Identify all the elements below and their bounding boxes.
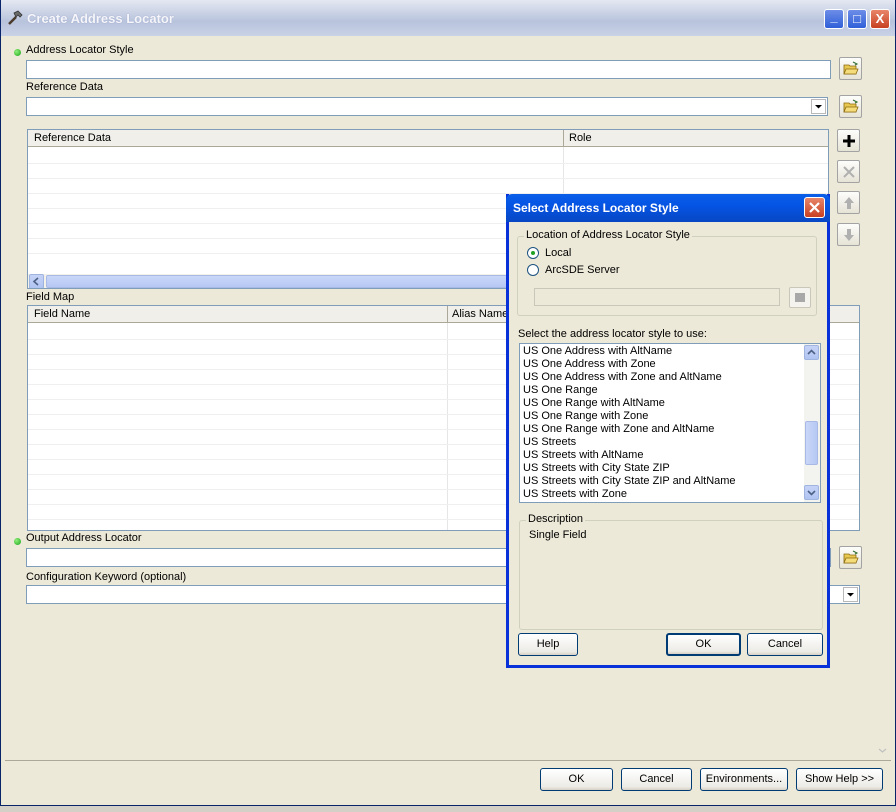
scroll-down-arrow-icon[interactable] — [877, 745, 888, 756]
scroll-left-button[interactable] — [29, 274, 44, 288]
database-icon — [795, 293, 805, 302]
list-item[interactable]: US Streets with City State ZIP — [523, 462, 670, 474]
browse-style-button[interactable] — [839, 57, 862, 80]
arcsde-radio-label[interactable]: ArcSDE Server — [545, 264, 620, 276]
list-item[interactable]: US Streets with AltName — [523, 449, 643, 461]
list-item[interactable]: US Streets — [523, 436, 576, 448]
maximize-button[interactable]: □ — [847, 9, 867, 29]
column-header-alias-name[interactable]: Alias Name — [452, 308, 508, 320]
hammer-icon — [7, 10, 23, 29]
show-help-button[interactable]: Show Help >> — [796, 768, 883, 791]
browse-reference-button[interactable] — [839, 95, 862, 118]
location-group-label: Location of Address Locator Style — [524, 229, 692, 241]
list-item[interactable]: US One Range with AltName — [523, 397, 665, 409]
location-groupbox: Location of Address Locator Style Local … — [517, 229, 817, 316]
environments-button[interactable]: Environments... — [700, 768, 788, 791]
field-map-label: Field Map — [26, 291, 75, 303]
style-list-scrollbar[interactable] — [804, 344, 820, 502]
delete-x-icon — [843, 166, 855, 178]
close-button[interactable]: X — [870, 9, 890, 29]
remove-button[interactable] — [837, 160, 860, 183]
title-bar[interactable]: Create Address Locator _ □ X — [1, 0, 895, 36]
window-title: Create Address Locator — [27, 11, 174, 26]
dialog-cancel-button[interactable]: Cancel — [747, 633, 823, 656]
close-icon: X — [875, 11, 885, 26]
table-header: Reference Data Role — [28, 130, 828, 147]
reference-data-combobox[interactable] — [26, 97, 828, 116]
scroll-up-button[interactable] — [804, 345, 819, 360]
select-style-prompt: Select the address locator style to use: — [518, 328, 707, 340]
chevron-up-icon — [807, 349, 816, 355]
list-item[interactable]: US One Address with Zone — [523, 358, 656, 370]
move-up-button[interactable] — [837, 191, 860, 214]
footer-divider — [5, 760, 891, 761]
list-item[interactable]: US One Range with Zone — [523, 410, 648, 422]
cancel-button[interactable]: Cancel — [621, 768, 692, 791]
open-folder-icon — [843, 61, 859, 75]
arrow-down-icon — [844, 229, 854, 241]
required-indicator-icon — [14, 49, 21, 56]
add-button[interactable] — [837, 129, 860, 152]
chevron-left-icon — [32, 277, 39, 286]
close-icon — [809, 202, 820, 213]
style-list[interactable]: US One Address with AltName US One Addre… — [519, 343, 821, 503]
open-folder-icon — [843, 99, 859, 113]
arcsde-browse-button[interactable] — [789, 287, 811, 308]
chevron-down-icon — [815, 105, 822, 109]
arcsde-connection-input[interactable] — [534, 288, 780, 306]
required-indicator-icon — [14, 538, 21, 545]
dropdown-button[interactable] — [843, 587, 858, 602]
scroll-thumb[interactable] — [805, 421, 818, 465]
address-locator-style-label: Address Locator Style — [26, 44, 134, 56]
minimize-icon: _ — [830, 9, 838, 24]
ok-button[interactable]: OK — [540, 768, 613, 791]
chevron-down-icon — [847, 593, 854, 597]
configuration-keyword-label: Configuration Keyword (optional) — [26, 571, 187, 583]
dialog-ok-button[interactable]: OK — [666, 633, 741, 656]
scroll-down-button[interactable] — [804, 485, 819, 500]
dialog-title: Select Address Locator Style — [513, 201, 679, 215]
list-item[interactable]: US Streets with City State ZIP and AltNa… — [523, 475, 736, 487]
minimize-button[interactable]: _ — [824, 9, 844, 29]
description-text: Single Field — [529, 529, 587, 541]
dropdown-button[interactable] — [811, 99, 826, 114]
description-label: Description — [526, 513, 586, 525]
list-item[interactable]: US One Address with Zone and AltName — [523, 371, 722, 383]
description-groupbox: Description Single Field — [519, 513, 823, 630]
open-folder-icon — [843, 550, 859, 564]
list-item[interactable]: US One Range — [523, 384, 598, 396]
arcsde-radio[interactable] — [527, 264, 539, 276]
select-address-locator-style-dialog: Select Address Locator Style Location of… — [506, 194, 830, 668]
local-radio[interactable] — [527, 247, 539, 259]
list-item[interactable]: US Streets with Zone — [523, 488, 627, 500]
list-item[interactable]: US One Range with Zone and AltName — [523, 423, 714, 435]
reference-data-label: Reference Data — [26, 81, 104, 93]
dialog-title-bar[interactable]: Select Address Locator Style — [506, 194, 830, 222]
chevron-down-icon — [807, 490, 816, 496]
column-header-field-name[interactable]: Field Name — [34, 308, 90, 320]
plus-icon — [843, 135, 855, 147]
browse-output-button[interactable] — [839, 546, 862, 569]
dialog-help-button[interactable]: Help — [518, 633, 578, 656]
column-header-role[interactable]: Role — [569, 132, 592, 144]
dialog-close-button[interactable] — [804, 197, 825, 218]
local-radio-label[interactable]: Local — [545, 247, 571, 259]
column-header-reference-data[interactable]: Reference Data — [34, 132, 111, 144]
arrow-up-icon — [844, 197, 854, 209]
maximize-icon: □ — [853, 11, 861, 26]
list-item[interactable]: US One Address with AltName — [523, 345, 672, 357]
address-locator-style-input[interactable] — [26, 60, 831, 79]
output-address-locator-label: Output Address Locator — [26, 532, 142, 544]
move-down-button[interactable] — [837, 223, 860, 246]
